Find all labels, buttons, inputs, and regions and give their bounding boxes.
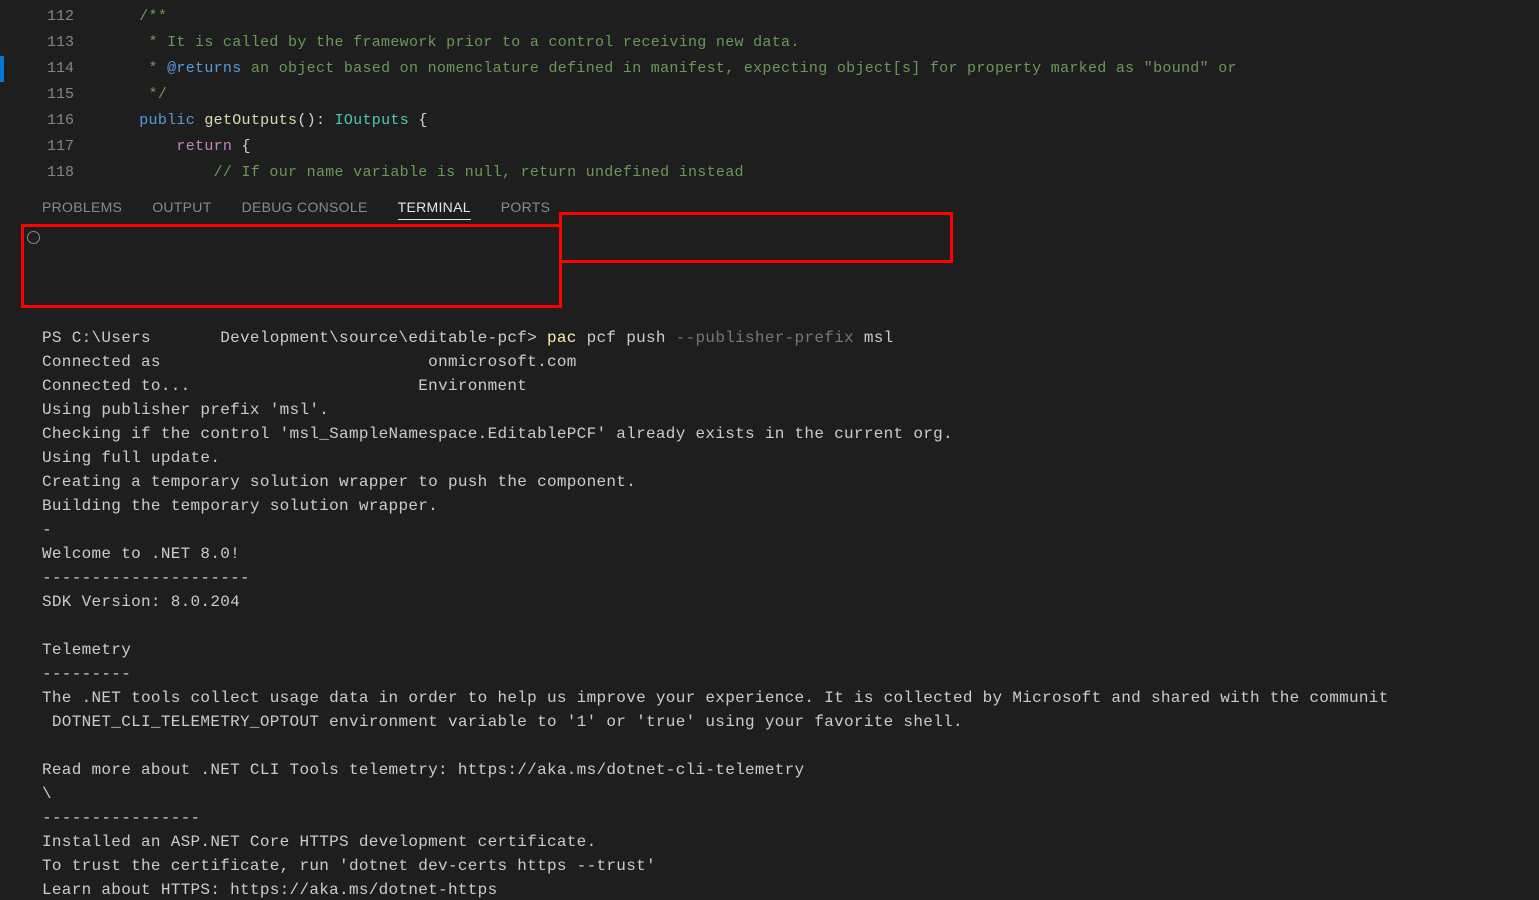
tab-output[interactable]: OUTPUT xyxy=(152,199,211,220)
terminal-panel[interactable]: PS C:\Users Development\source\editable-… xyxy=(0,226,1539,900)
line-number: 116 xyxy=(0,108,102,134)
tab-problems[interactable]: PROBLEMS xyxy=(42,199,122,220)
tab-terminal[interactable]: TERMINAL xyxy=(398,199,471,220)
code-content[interactable]: /** * It is called by the framework prio… xyxy=(102,0,1539,187)
code-line[interactable]: */ xyxy=(102,82,1539,108)
shell-indicator-icon xyxy=(27,231,40,244)
code-line[interactable]: public getOutputs(): IOutputs { xyxy=(102,108,1539,134)
terminal-line-connected-to: Connected to... Environment xyxy=(42,377,527,395)
tab-ports[interactable]: PORTS xyxy=(501,199,550,220)
line-number: 114 xyxy=(0,56,102,82)
terminal-cmd-rest: pcf push xyxy=(577,329,676,347)
terminal-prompt: PS C:\Users Development\source\editable-… xyxy=(42,329,547,347)
terminal-cmd-arg: msl xyxy=(854,329,894,347)
panel-tab-bar: PROBLEMS OUTPUT DEBUG CONSOLE TERMINAL P… xyxy=(0,187,1539,226)
code-line[interactable]: return { xyxy=(102,134,1539,160)
terminal-output-body: Using publisher prefix 'msl'. Checking i… xyxy=(42,401,1389,899)
terminal-line-connected-as: Connected as onmicrosoft.com xyxy=(42,353,577,371)
terminal-cmd-pac: pac xyxy=(547,329,577,347)
code-editor[interactable]: 112113114115116117118 /** * It is called… xyxy=(0,0,1539,187)
line-number: 117 xyxy=(0,134,102,160)
line-number: 115 xyxy=(0,82,102,108)
annotation-box-1 xyxy=(21,224,562,308)
code-line[interactable]: * It is called by the framework prior to… xyxy=(102,30,1539,56)
active-line-indicator xyxy=(0,56,4,82)
line-number: 118 xyxy=(0,160,102,186)
code-line[interactable]: * @returns an object based on nomenclatu… xyxy=(102,56,1539,82)
terminal-cmd-flag: --publisher-prefix xyxy=(676,329,854,347)
tab-debug-console[interactable]: DEBUG CONSOLE xyxy=(242,199,368,220)
code-line[interactable]: /** xyxy=(102,4,1539,30)
line-number-gutter: 112113114115116117118 xyxy=(0,0,102,187)
line-number: 112 xyxy=(0,4,102,30)
line-number: 113 xyxy=(0,30,102,56)
code-line[interactable]: // If our name variable is null, return … xyxy=(102,160,1539,186)
